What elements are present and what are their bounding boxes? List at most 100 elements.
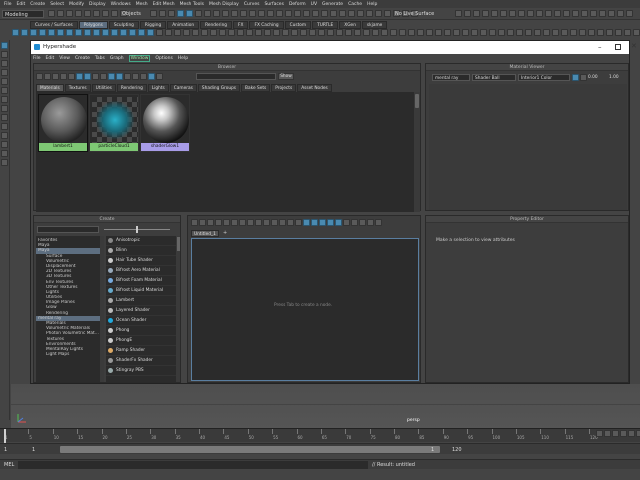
shelf-icon[interactable] <box>408 29 415 36</box>
material-swatch[interactable]: particleCloud1 <box>89 94 139 152</box>
mv-value2[interactable]: 1.00 <box>609 75 619 80</box>
create-shader-item[interactable]: Lambert <box>106 296 176 306</box>
status-icon[interactable] <box>48 10 55 17</box>
shelf-icon[interactable] <box>606 29 613 36</box>
browser-tool-icon[interactable] <box>68 73 75 80</box>
swatch-size-slider[interactable] <box>104 226 170 233</box>
tool-icon[interactable] <box>1 105 8 112</box>
shelf-icon[interactable] <box>417 29 424 36</box>
shelf-icon[interactable] <box>624 29 631 36</box>
shelf-icon[interactable] <box>84 29 91 36</box>
time-slider[interactable]: 1 5 10 15 20 25 30 35 40 45 50 55 60 65 70 75 80 85 90 95 10… <box>0 428 640 443</box>
maya-menu-curves[interactable]: Curves <box>244 2 260 7</box>
create-search[interactable] <box>37 226 99 233</box>
shelf-tab[interactable]: Sculpting <box>108 21 139 29</box>
snap-icon[interactable] <box>159 10 166 17</box>
playback-icon[interactable] <box>612 430 619 437</box>
browser-tool-icon[interactable] <box>108 73 115 80</box>
create-shader-item[interactable]: Anisotropic <box>106 236 176 246</box>
snap-icon[interactable] <box>267 10 274 17</box>
shelf-icon[interactable] <box>462 29 469 36</box>
shelf-icon[interactable] <box>345 29 352 36</box>
shelf-icon[interactable] <box>354 29 361 36</box>
playback-icon[interactable] <box>628 430 635 437</box>
shelf-icon[interactable] <box>633 29 640 36</box>
shelf-icon[interactable] <box>507 29 514 36</box>
maya-menu-generate[interactable]: Generate <box>322 2 343 7</box>
graph-tool-icon[interactable] <box>199 219 206 226</box>
graph-tool-icon[interactable] <box>279 219 286 226</box>
browser-tool-icon[interactable] <box>84 73 91 80</box>
shelf-icon[interactable] <box>444 29 451 36</box>
range-start-field[interactable]: 1 <box>4 447 7 453</box>
sync-icon[interactable] <box>580 74 587 81</box>
browser-tool-icon[interactable] <box>100 73 107 80</box>
graph-tool-icon[interactable] <box>207 219 214 226</box>
browser-tool-icon[interactable] <box>124 73 131 80</box>
shelf-icon[interactable] <box>309 29 316 36</box>
graph-tool-icon[interactable] <box>295 219 302 226</box>
maya-menu-mesh-tools[interactable]: Mesh Tools <box>180 2 204 7</box>
maya-menu-help[interactable]: Help <box>367 2 377 7</box>
graph-tool-icon[interactable] <box>247 219 254 226</box>
snap-icon[interactable] <box>348 10 355 17</box>
shelf-icon[interactable] <box>75 29 82 36</box>
shelf-icon[interactable] <box>48 29 55 36</box>
render-icon[interactable] <box>608 10 615 17</box>
environment-dropdown[interactable]: Interior1 Color <box>518 74 570 81</box>
snap-icon[interactable] <box>375 10 382 17</box>
shelf-icon[interactable] <box>120 29 127 36</box>
shelf-tab[interactable]: TURTLE <box>312 21 339 29</box>
tool-icon[interactable] <box>1 42 8 49</box>
shelf-icon[interactable] <box>453 29 460 36</box>
browser-tab[interactable]: Materials <box>36 84 64 92</box>
snap-icon[interactable] <box>204 10 211 17</box>
render-icon[interactable] <box>518 10 525 17</box>
browser-tool-icon[interactable] <box>60 73 67 80</box>
render-icon[interactable] <box>554 10 561 17</box>
maya-menu-display[interactable]: Display <box>89 2 106 7</box>
graph-tool-icon[interactable] <box>311 219 318 226</box>
snap-icon[interactable] <box>330 10 337 17</box>
shelf-icon[interactable] <box>561 29 568 36</box>
create-shader-item[interactable]: Bifrost Foam Material <box>106 276 176 286</box>
browser-tool-icon[interactable] <box>156 73 163 80</box>
add-tab-icon[interactable]: + <box>223 230 227 236</box>
tool-icon[interactable] <box>1 69 8 76</box>
snap-icon[interactable] <box>231 10 238 17</box>
shelf-icon[interactable] <box>57 29 64 36</box>
snap-icon[interactable] <box>339 10 346 17</box>
render-icon[interactable] <box>455 10 462 17</box>
tool-icon[interactable] <box>1 150 8 157</box>
tool-icon[interactable] <box>1 96 8 103</box>
shelf-icon[interactable] <box>336 29 343 36</box>
create-shader-item[interactable]: Ramp Shader <box>106 346 176 356</box>
create-shader-item[interactable]: Layered Shader <box>106 306 176 316</box>
browser-tool-icon[interactable] <box>52 73 59 80</box>
browser-tool-icon[interactable] <box>148 73 155 80</box>
shelf-icon[interactable] <box>93 29 100 36</box>
mv-value1[interactable]: 0.00 <box>588 75 598 80</box>
graph-tool-icon[interactable] <box>319 219 326 226</box>
create-shader-item[interactable]: Hair Tube Shader <box>106 256 176 266</box>
graph-tool-icon[interactable] <box>351 219 358 226</box>
shelf-icon[interactable] <box>534 29 541 36</box>
shelf-icon[interactable] <box>228 29 235 36</box>
range-end-field[interactable]: 1 <box>431 447 434 453</box>
shelf-icon[interactable] <box>390 29 397 36</box>
snap-icon[interactable] <box>312 10 319 17</box>
maya-menu-cache[interactable]: Cache <box>348 2 362 7</box>
hs-menu-create[interactable]: Create <box>75 56 90 61</box>
shelf-icon[interactable] <box>273 29 280 36</box>
render-icon[interactable] <box>545 10 552 17</box>
status-icon[interactable] <box>84 10 91 17</box>
shelf-icon[interactable] <box>615 29 622 36</box>
shelf-icon[interactable] <box>237 29 244 36</box>
graph-tool-icon[interactable] <box>303 219 310 226</box>
graph-tool-icon[interactable] <box>327 219 334 226</box>
material-swatch[interactable]: lambert1 <box>38 94 88 152</box>
snap-icon[interactable] <box>213 10 220 17</box>
shelf-icon[interactable] <box>435 29 442 36</box>
shelf-icon[interactable] <box>480 29 487 36</box>
snap-icon[interactable] <box>249 10 256 17</box>
